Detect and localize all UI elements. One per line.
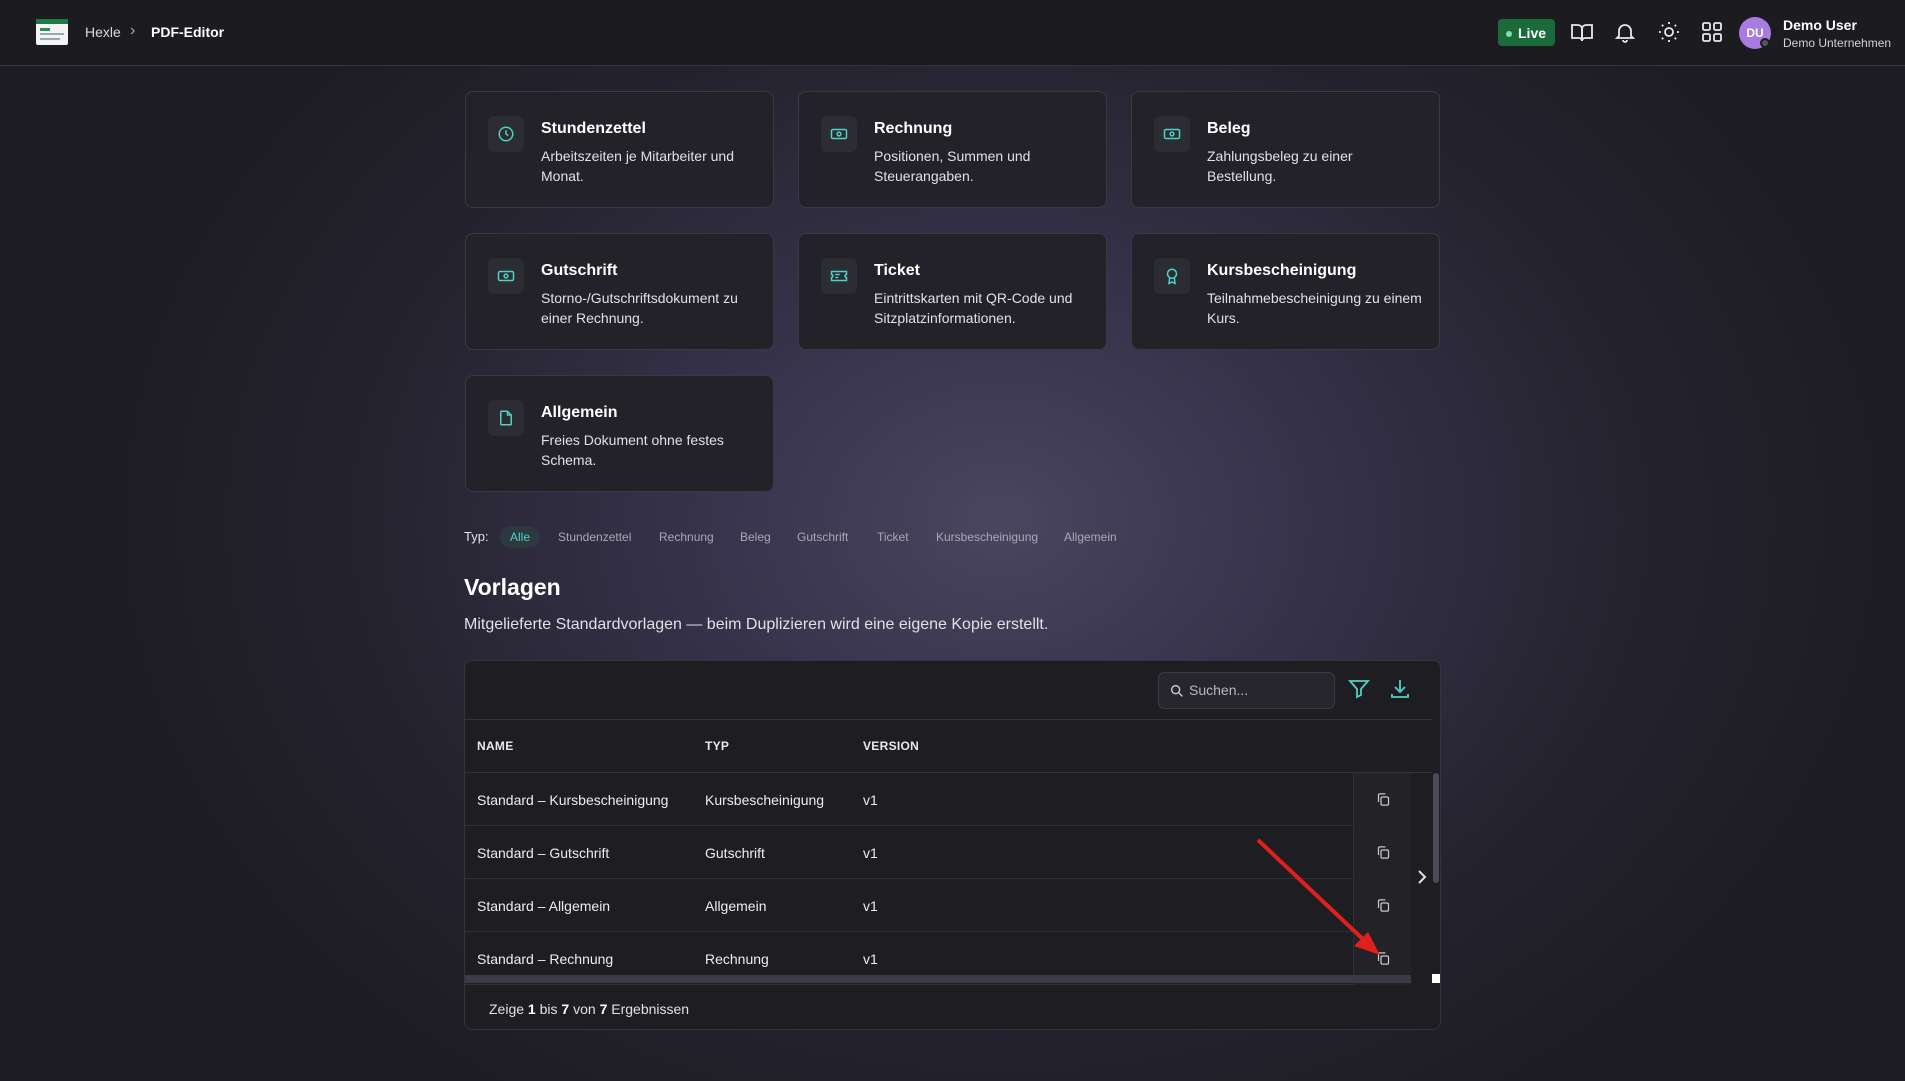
live-label: Live [1518, 25, 1547, 41]
chevron-right-icon[interactable] [1415, 869, 1429, 885]
card-title: Rechnung [874, 120, 953, 137]
live-signal-icon [1506, 31, 1512, 37]
bell-icon[interactable] [1613, 20, 1637, 44]
card-description: Storno-/Gutschriftsdokument zu einer Rec… [541, 290, 738, 326]
status-dot [1760, 38, 1770, 48]
filter-option-kursbescheinigung[interactable]: Kursbescheinigung [926, 526, 1048, 548]
breadcrumb-current: PDF-Editor [151, 24, 225, 40]
apps-grid-icon[interactable] [1700, 20, 1724, 44]
banknote-icon [488, 258, 524, 294]
clock-icon [488, 116, 524, 152]
templates-table: NAME TYP VERSION Standard – Kursbeschein… [464, 660, 1441, 1030]
cell-name: Standard – Kursbescheinigung [477, 792, 669, 808]
card-description: Eintrittskarten mit QR-Code und Sitzplat… [874, 290, 1073, 326]
cell-version: v1 [863, 951, 878, 967]
filter-option-gutschrift[interactable]: Gutschrift [787, 526, 858, 548]
sun-icon[interactable] [1657, 20, 1681, 44]
cell-type: Rechnung [705, 951, 769, 967]
card-title: Ticket [874, 262, 920, 279]
card-stundenzettel[interactable]: Stundenzettel Arbeitszeiten je Mitarbeit… [465, 91, 774, 208]
search-field[interactable] [1158, 672, 1335, 709]
scroll-corner [1432, 974, 1440, 983]
card-beleg[interactable]: Beleg Zahlungsbeleg zu einer Bestellung. [1131, 91, 1440, 208]
filter-icon[interactable] [1347, 677, 1371, 701]
card-description: Positionen, Summen und Steuerangaben. [874, 148, 1031, 184]
card-ticket[interactable]: Ticket Eintrittskarten mit QR-Code und S… [798, 233, 1107, 350]
filter-option-ticket[interactable]: Ticket [867, 526, 919, 548]
horizontal-scrollbar[interactable] [465, 975, 1411, 983]
card-title: Gutschrift [541, 262, 618, 279]
table-row[interactable]: Standard – Kursbescheinigung Kursbeschei… [465, 773, 1411, 826]
column-header-version[interactable]: VERSION [863, 739, 919, 753]
section-title: Vorlagen [464, 574, 561, 600]
filter-option-allgemein[interactable]: Allgemein [1054, 526, 1127, 548]
cell-type: Gutschrift [705, 845, 765, 861]
card-allgemein[interactable]: Allgemein Freies Dokument ohne festes Sc… [465, 375, 774, 492]
cell-version: v1 [863, 845, 878, 861]
cell-version: v1 [863, 898, 878, 914]
column-header-name[interactable]: NAME [477, 739, 514, 753]
banknote-icon [821, 116, 857, 152]
card-title: Beleg [1207, 120, 1251, 137]
book-icon[interactable] [1570, 20, 1594, 44]
filter-option-beleg[interactable]: Beleg [730, 526, 781, 548]
duplicate-button[interactable] [1353, 773, 1411, 826]
card-description: Arbeitszeiten je Mitarbeiter und Monat. [541, 148, 734, 184]
user-company: Demo Unternehmen [1783, 36, 1892, 50]
document-icon [488, 400, 524, 436]
banknote-icon [1154, 116, 1190, 152]
copy-icon [1377, 952, 1390, 965]
column-header-typ[interactable]: TYP [705, 739, 729, 753]
search-input[interactable] [1189, 682, 1329, 698]
top-bar: Hexle › PDF-Editor Live DU Demo User Dem… [0, 0, 1905, 66]
card-title: Kursbescheinigung [1207, 262, 1357, 279]
card-description: Zahlungsbeleg zu einer Bestellung. [1207, 148, 1353, 184]
card-description: Teilnahmebescheinigung zu einem Kurs. [1207, 290, 1422, 326]
cell-type: Kursbescheinigung [705, 792, 825, 808]
vertical-scrollbar-thumb[interactable] [1433, 773, 1439, 883]
award-icon [1154, 258, 1190, 294]
cell-type: Allgemein [705, 898, 767, 914]
card-rechnung[interactable]: Rechnung Positionen, Summen und Steueran… [798, 91, 1107, 208]
card-description: Freies Dokument ohne festes Schema. [541, 432, 724, 468]
table-row[interactable]: Standard – Allgemein Allgemein v1 [465, 879, 1411, 932]
cell-name: Standard – Allgemein [477, 898, 611, 914]
cell-name: Standard – Gutschrift [477, 845, 610, 861]
card-title: Stundenzettel [541, 120, 646, 137]
search-icon [1170, 684, 1183, 697]
duplicate-button[interactable] [1353, 826, 1411, 879]
card-gutschrift[interactable]: Gutschrift Storno-/Gutschriftsdokument z… [465, 233, 774, 350]
filter-option-rechnung[interactable]: Rechnung [649, 526, 724, 548]
user-name[interactable]: Demo User [1783, 17, 1857, 33]
filter-option-stundenzettel[interactable]: Stundenzettel [548, 526, 641, 548]
section-subtitle: Mitgelieferte Standardvorlagen — beim Du… [464, 616, 1049, 633]
breadcrumb-separator-icon: › [130, 22, 136, 39]
ticket-icon [821, 258, 857, 294]
app-logo[interactable] [36, 19, 68, 45]
card-kursbescheinigung[interactable]: Kursbescheinigung Teilnahmebescheinigung… [1131, 233, 1440, 350]
breadcrumb-home[interactable]: Hexle [85, 24, 121, 40]
card-title: Allgemein [541, 404, 618, 421]
copy-icon [1377, 846, 1390, 859]
filter-label: Typ: [464, 529, 489, 544]
cell-version: v1 [863, 792, 878, 808]
copy-icon [1377, 899, 1390, 912]
download-icon[interactable] [1388, 677, 1412, 701]
pagination-summary: Zeige 1 bis 7 von 7 Ergebnissen [489, 1001, 690, 1017]
cell-name: Standard – Rechnung [477, 951, 614, 967]
table-header: NAME TYP VERSION [465, 719, 1432, 773]
copy-icon [1377, 793, 1390, 806]
filter-option-alle[interactable]: Alle [500, 526, 541, 548]
live-badge[interactable]: Live [1498, 19, 1555, 46]
duplicate-button[interactable] [1353, 879, 1411, 932]
table-row[interactable]: Standard – Gutschrift Gutschrift v1 [465, 826, 1411, 879]
